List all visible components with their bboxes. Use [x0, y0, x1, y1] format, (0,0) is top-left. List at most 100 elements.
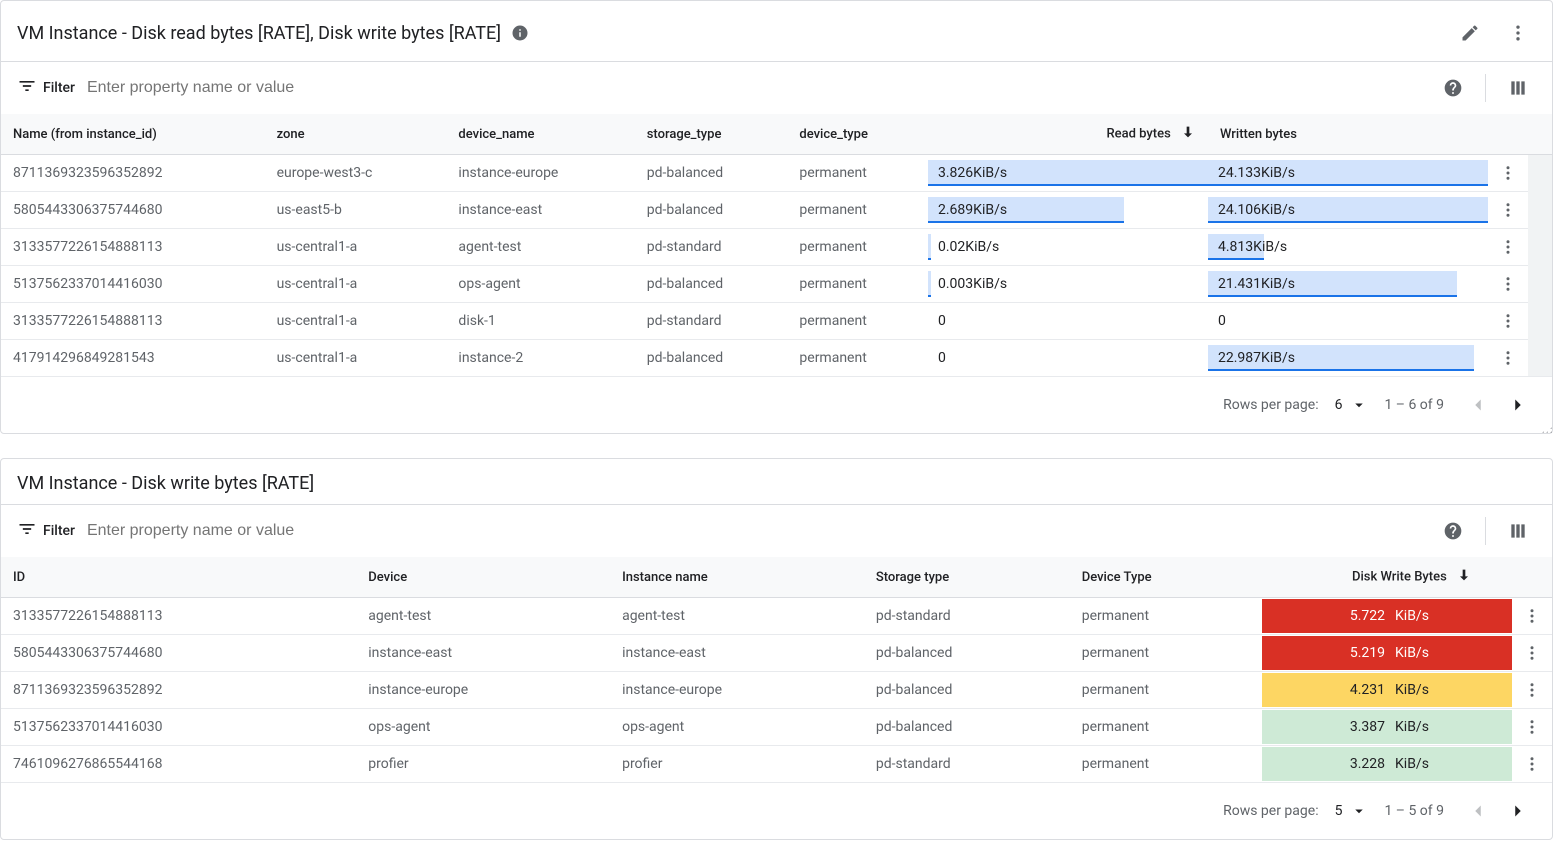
col-id[interactable]: ID — [1, 557, 356, 598]
cell-instance-name: profier — [610, 746, 864, 783]
help-button[interactable] — [1435, 70, 1471, 106]
cell-disk-write: 3.228KiB/s — [1262, 746, 1512, 783]
row-actions-button[interactable] — [1518, 676, 1546, 704]
cell-device-type: permanent — [1070, 635, 1262, 672]
cell-name: 5137562337014416030 — [1, 266, 265, 303]
dropdown-icon — [1350, 396, 1368, 414]
col-device-type[interactable]: device_type — [787, 114, 928, 155]
info-icon[interactable] — [511, 24, 529, 42]
row-actions-button[interactable] — [1518, 602, 1546, 630]
columns-button[interactable] — [1500, 70, 1536, 106]
row-actions-button[interactable] — [1518, 639, 1546, 667]
cell-device: profier — [356, 746, 610, 783]
next-page-button[interactable] — [1500, 793, 1536, 829]
rows-per-page-selector[interactable]: 6 — [1335, 396, 1369, 414]
next-page-button[interactable] — [1500, 387, 1536, 423]
row-actions-button[interactable] — [1494, 196, 1522, 224]
cell-id: 7461096276865544168 — [1, 746, 356, 783]
cell-storage-type: pd-balanced — [635, 266, 788, 303]
cell-id: 5137562337014416030 — [1, 709, 356, 746]
cell-device: ops-agent — [356, 709, 610, 746]
cell-written-bytes: 0 — [1208, 303, 1488, 340]
panel-title: VM Instance - Disk read bytes [RATE], Di… — [17, 23, 501, 44]
cell-name: 3133577226154888113 — [1, 303, 265, 340]
cell-zone: us-central1-a — [265, 340, 447, 377]
divider — [1485, 74, 1486, 102]
cell-zone: us-central1-a — [265, 266, 447, 303]
prev-page-button[interactable] — [1460, 387, 1496, 423]
panel-disk-rw: VM Instance - Disk read bytes [RATE], Di… — [0, 0, 1553, 434]
table-row: 3133577226154888113agent-testagent-testp… — [1, 598, 1552, 635]
cell-written-bytes: 24.106KiB/s — [1208, 192, 1488, 229]
more-options-button[interactable] — [1500, 15, 1536, 51]
cell-storage-type: pd-balanced — [635, 192, 788, 229]
cell-zone: europe-west3-c — [265, 155, 447, 192]
cell-zone: us-central1-a — [265, 303, 447, 340]
cell-device: instance-europe — [356, 672, 610, 709]
filter-icon — [17, 76, 37, 100]
col-device[interactable]: Device — [356, 557, 610, 598]
col-name[interactable]: Name (from instance_id) — [1, 114, 265, 155]
sort-desc-icon — [1180, 129, 1196, 144]
cell-device-type: permanent — [787, 155, 928, 192]
disk-write-table: ID Device Instance name Storage type Dev… — [1, 557, 1552, 783]
row-actions-button[interactable] — [1494, 344, 1522, 372]
col-device-type[interactable]: Device Type — [1070, 557, 1262, 598]
cell-instance-name: instance-europe — [610, 672, 864, 709]
panel-header: VM Instance - Disk write bytes [RATE] — [1, 459, 1552, 504]
prev-page-button[interactable] — [1460, 793, 1496, 829]
col-storage-type[interactable]: storage_type — [635, 114, 788, 155]
cell-device-type: permanent — [787, 192, 928, 229]
row-actions-button[interactable] — [1494, 307, 1522, 335]
page-range: 1 – 5 of 9 — [1384, 803, 1444, 819]
pagination: Rows per page: 6 1 – 6 of 9 — [1, 377, 1552, 433]
cell-storage-type: pd-balanced — [864, 709, 1070, 746]
row-actions-button[interactable] — [1518, 713, 1546, 741]
table-row: 3133577226154888113us-central1-aagent-te… — [1, 229, 1552, 266]
table-row: 5805443306375744680instance-eastinstance… — [1, 635, 1552, 672]
cell-device-name: ops-agent — [446, 266, 634, 303]
resize-handle-icon[interactable] — [1540, 421, 1552, 433]
table-row: 5137562337014416030us-central1-aops-agen… — [1, 266, 1552, 303]
col-disk-write[interactable]: Disk Write Bytes — [1262, 557, 1512, 598]
cell-read-bytes: 3.826KiB/s — [928, 155, 1208, 192]
col-read-bytes[interactable]: Read bytes — [928, 114, 1208, 155]
filter-icon — [17, 519, 37, 543]
cell-written-bytes: 24.133KiB/s — [1208, 155, 1488, 192]
filter-input[interactable] — [83, 73, 1427, 103]
filter-label: Filter — [43, 80, 75, 96]
col-zone[interactable]: zone — [265, 114, 447, 155]
cell-device-name: agent-test — [446, 229, 634, 266]
scrollbar[interactable] — [1528, 155, 1552, 377]
cell-device-type: permanent — [787, 266, 928, 303]
row-actions-button[interactable] — [1494, 270, 1522, 298]
cell-device: agent-test — [356, 598, 610, 635]
cell-storage-type: pd-standard — [864, 598, 1070, 635]
col-storage-type[interactable]: Storage type — [864, 557, 1070, 598]
row-actions-button[interactable] — [1494, 233, 1522, 261]
rows-per-page-label: Rows per page: — [1223, 803, 1318, 819]
col-instance-name[interactable]: Instance name — [610, 557, 864, 598]
cell-device-type: permanent — [1070, 746, 1262, 783]
help-button[interactable] — [1435, 513, 1471, 549]
row-actions-button[interactable] — [1494, 159, 1522, 187]
columns-button[interactable] — [1500, 513, 1536, 549]
col-actions — [1488, 114, 1528, 155]
edit-button[interactable] — [1452, 15, 1488, 51]
col-device-name[interactable]: device_name — [446, 114, 634, 155]
col-written-bytes[interactable]: Written bytes — [1208, 114, 1488, 155]
cell-instance-name: instance-east — [610, 635, 864, 672]
row-actions-button[interactable] — [1518, 750, 1546, 778]
cell-instance-name: ops-agent — [610, 709, 864, 746]
filter-input[interactable] — [83, 516, 1427, 546]
cell-id: 5805443306375744680 — [1, 635, 356, 672]
filter-label: Filter — [43, 523, 75, 539]
table-row: 8711369323596352892instance-europeinstan… — [1, 672, 1552, 709]
cell-device-type: permanent — [1070, 672, 1262, 709]
rows-per-page-selector[interactable]: 5 — [1335, 802, 1369, 820]
table-row: 417914296849281543us-central1-ainstance-… — [1, 340, 1552, 377]
cell-read-bytes: 0.003KiB/s — [928, 266, 1208, 303]
cell-name: 417914296849281543 — [1, 340, 265, 377]
cell-read-bytes: 2.689KiB/s — [928, 192, 1208, 229]
filter-bar: Filter — [1, 61, 1552, 114]
